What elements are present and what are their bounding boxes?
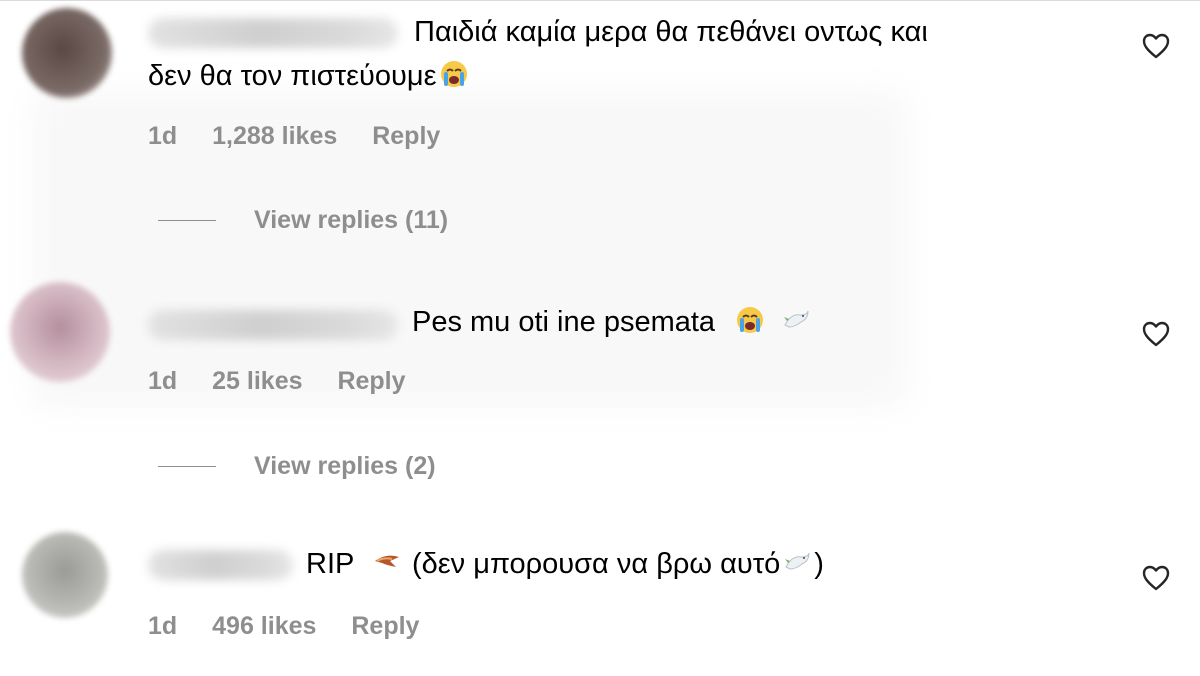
replies-divider-line bbox=[158, 466, 216, 467]
comment-item: Παιδιά καμία μερα θα πεθάνει οντως και δ… bbox=[0, 0, 1200, 250]
comment-meta: 1d 25 likes Reply bbox=[148, 367, 406, 396]
comment-likes[interactable]: 25 likes bbox=[212, 367, 302, 396]
crying-face-icon bbox=[440, 61, 467, 87]
dove-icon bbox=[785, 552, 810, 570]
avatar[interactable] bbox=[22, 532, 108, 618]
comment-likes[interactable]: 496 likes bbox=[212, 612, 316, 641]
like-heart-icon[interactable] bbox=[1142, 321, 1170, 347]
username-blurred[interactable] bbox=[148, 550, 293, 580]
comment-text: RIP (δεν μπορουσα να βρω αυτό) bbox=[306, 544, 824, 584]
reply-button[interactable]: Reply bbox=[337, 367, 405, 396]
bird-icon bbox=[374, 555, 399, 567]
comment-meta: 1d 1,288 likes Reply bbox=[148, 122, 440, 151]
reply-button[interactable]: Reply bbox=[372, 122, 440, 151]
comment-text: Παιδιά καμία μερα θα πεθάνει οντως και bbox=[414, 16, 928, 48]
comment-time: 1d bbox=[148, 122, 178, 150]
like-heart-icon[interactable] bbox=[1142, 565, 1170, 591]
view-replies-label: View replies (11) bbox=[254, 206, 449, 234]
comment-text-continued: δεν θα τον πιστεύουμε bbox=[148, 56, 471, 96]
view-replies-button[interactable]: View replies (2) bbox=[158, 452, 436, 481]
comment-item: RIP (δεν μπορουσα να βρω αυτό) 1d 496 li… bbox=[0, 520, 1200, 676]
replies-divider-line bbox=[158, 220, 216, 221]
comment-text-main: (δεν μπορουσα να βρω αυτό bbox=[411, 548, 781, 580]
comment-item: Pes mu oti ine psemata 1d 25 likes Reply… bbox=[0, 270, 1200, 490]
view-replies-label: View replies (2) bbox=[254, 452, 436, 480]
comment-text: Pes mu oti ine psemata bbox=[412, 302, 813, 342]
crying-face-icon bbox=[737, 307, 764, 333]
view-replies-button[interactable]: View replies (11) bbox=[158, 206, 448, 235]
comment-time: 1d bbox=[148, 612, 178, 640]
avatar[interactable] bbox=[22, 8, 112, 98]
like-heart-icon[interactable] bbox=[1142, 33, 1170, 59]
reply-button[interactable]: Reply bbox=[351, 612, 419, 641]
avatar[interactable] bbox=[10, 282, 110, 382]
comment-meta: 1d 496 likes Reply bbox=[148, 612, 419, 641]
comment-likes[interactable]: 1,288 likes bbox=[212, 122, 337, 151]
comment-text-body: Pes mu oti ine psemata bbox=[412, 306, 716, 338]
comment-text-suffix: ) bbox=[814, 548, 824, 580]
dove-icon bbox=[784, 310, 809, 328]
comment-text-line2: δεν θα τον πιστεύουμε bbox=[148, 60, 437, 92]
username-blurred[interactable] bbox=[148, 18, 398, 48]
comment-time: 1d bbox=[148, 367, 178, 395]
username-blurred[interactable] bbox=[148, 310, 398, 340]
comment-text-prefix: RIP bbox=[306, 548, 354, 580]
